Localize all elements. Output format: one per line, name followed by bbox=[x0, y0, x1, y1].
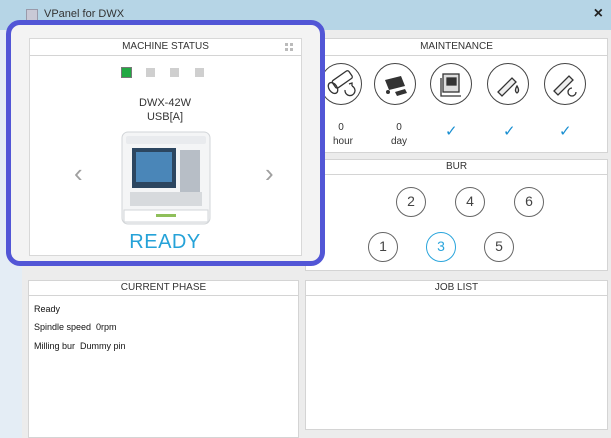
current-phase-panel: CURRENT PHASE bbox=[28, 280, 299, 438]
bur-panel: BUR bbox=[305, 159, 608, 271]
prev-machine-arrow[interactable]: ‹ bbox=[74, 160, 83, 186]
current-phase-title: CURRENT PHASE bbox=[29, 281, 298, 296]
bur-slot-1[interactable]: 1 bbox=[368, 232, 398, 262]
machine-image bbox=[120, 130, 212, 228]
milling-bur-text: Milling bur Dummy pin bbox=[34, 341, 126, 351]
bur-slot-4[interactable]: 4 bbox=[455, 187, 485, 217]
page-dot-3[interactable] bbox=[170, 68, 179, 77]
bur-title: BUR bbox=[306, 160, 607, 175]
app-window: VPanel for DWX × MAINTENANCE 0 hour 0 da… bbox=[0, 0, 611, 438]
machine-state-label: READY bbox=[129, 231, 201, 253]
oil-icon[interactable] bbox=[487, 63, 529, 105]
bur-slot-2[interactable]: 2 bbox=[396, 187, 426, 217]
machine-port: USB[A] bbox=[146, 111, 184, 123]
close-button[interactable]: × bbox=[594, 6, 603, 22]
clean-icon[interactable] bbox=[374, 63, 416, 105]
page-dot-4[interactable] bbox=[195, 68, 204, 77]
collet-check-icon: ✓ bbox=[559, 123, 572, 140]
job-list-panel: JOB LIST bbox=[305, 280, 608, 430]
oil-check-icon: ✓ bbox=[503, 123, 516, 140]
bur-slot-6[interactable]: 6 bbox=[514, 187, 544, 217]
phase-status-text: Ready bbox=[34, 304, 61, 314]
spindle-hours-unit: hour bbox=[332, 136, 353, 147]
window-title: VPanel for DWX bbox=[44, 8, 125, 20]
cleaning-days-unit: day bbox=[390, 136, 408, 147]
manual-icon[interactable] bbox=[430, 63, 472, 105]
grid-icon[interactable] bbox=[285, 43, 293, 51]
next-machine-arrow[interactable]: › bbox=[265, 160, 274, 186]
machine-status-title: MACHINE STATUS bbox=[30, 39, 301, 56]
spindle-speed-text: Spindle speed 0rpm bbox=[34, 322, 117, 332]
spindle-hours-value: 0 bbox=[338, 122, 344, 133]
page-dot-2[interactable] bbox=[146, 68, 155, 77]
cleaning-days-value: 0 bbox=[396, 122, 402, 133]
page-dot-1[interactable] bbox=[121, 67, 132, 78]
maintenance-title: MAINTENANCE bbox=[306, 39, 607, 56]
collet-icon[interactable] bbox=[544, 63, 586, 105]
manual-check-icon: ✓ bbox=[445, 123, 458, 140]
bur-slot-5[interactable]: 5 bbox=[484, 232, 514, 262]
job-list-title: JOB LIST bbox=[306, 281, 607, 296]
machine-model: DWX-42W bbox=[139, 97, 191, 109]
bur-slot-3[interactable]: 3 bbox=[426, 232, 456, 262]
